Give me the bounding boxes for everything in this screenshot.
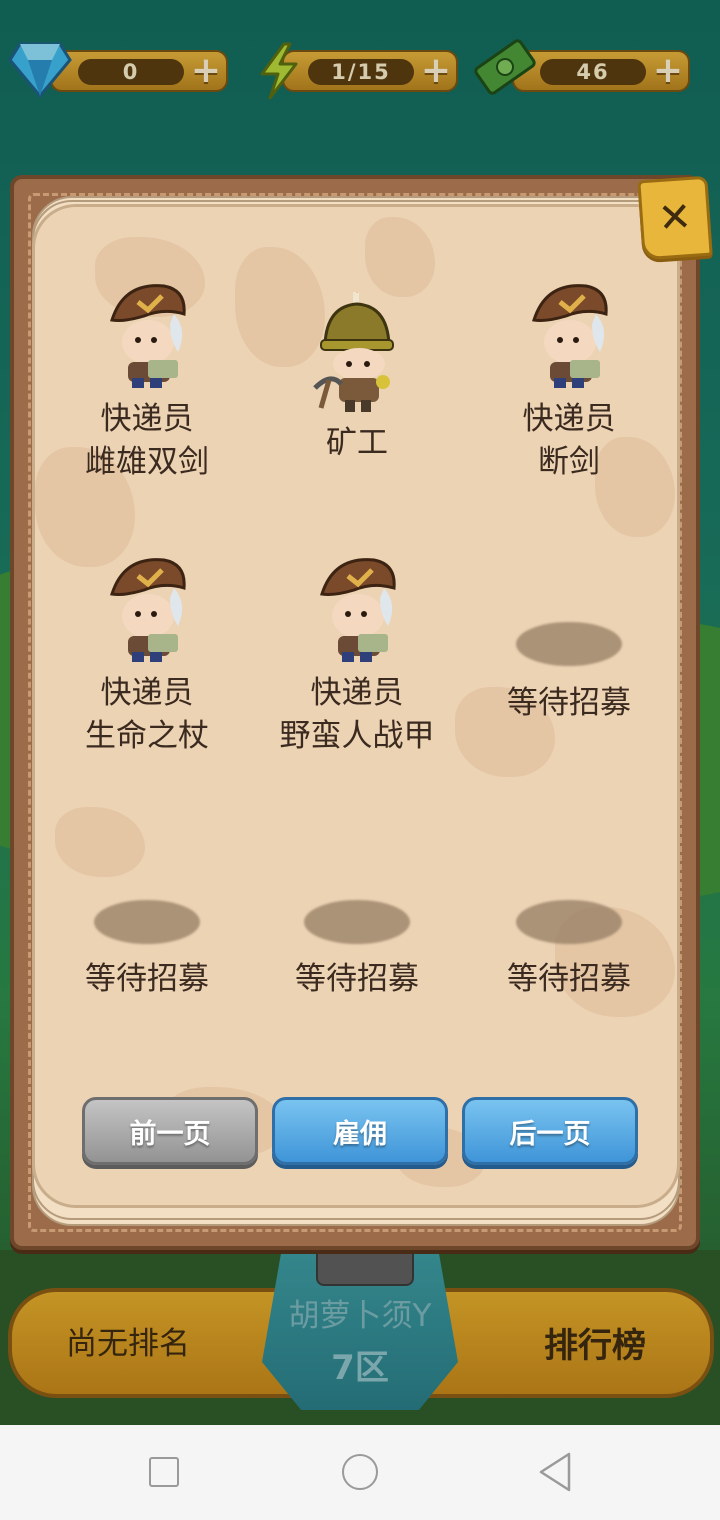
courier-hero-icon <box>320 558 396 662</box>
recent-apps-icon[interactable] <box>149 1457 179 1487</box>
empty-hero-slot[interactable]: 等待招募 <box>464 832 674 1012</box>
hero-slot[interactable]: 快递员 雌雄双剑 <box>42 280 252 484</box>
empty-hero-slot[interactable]: 等待招募 <box>464 554 674 734</box>
empty-slot-shadow <box>516 900 622 944</box>
close-icon: ✕ <box>656 193 694 243</box>
home-icon[interactable] <box>342 1454 378 1490</box>
hero-slot-label: 快递员 野蛮人战甲 <box>279 675 435 754</box>
hero-slot[interactable]: 快递员 生命之杖 <box>42 554 252 758</box>
back-icon[interactable] <box>537 1452 573 1492</box>
courier-hero-icon <box>532 284 608 388</box>
empty-slot-shadow <box>304 900 410 944</box>
hero-slot-label: 等待招募 <box>295 961 419 997</box>
courier-hero-icon <box>110 284 186 388</box>
hero-slot-label: 等待招募 <box>507 961 631 997</box>
paper-texture <box>365 217 435 297</box>
prev-page-button[interactable]: 前一页 <box>82 1097 258 1165</box>
hero-slot[interactable]: 矿工 <box>252 292 462 465</box>
hero-slot[interactable]: 快递员 断剑 <box>464 280 674 484</box>
empty-hero-slot[interactable]: 等待招募 <box>252 832 462 1012</box>
next-page-button[interactable]: 后一页 <box>462 1097 638 1165</box>
hire-button[interactable]: 雇佣 <box>272 1097 448 1165</box>
empty-slot-shadow <box>94 900 200 944</box>
hero-slot-label: 快递员 断剑 <box>522 401 616 480</box>
hero-slot-label: 矿工 <box>326 425 388 461</box>
miner-hero-icon <box>313 292 394 412</box>
hero-slot-label: 快递员 生命之杖 <box>85 675 209 754</box>
hero-slot-label: 等待招募 <box>85 961 209 997</box>
hero-slot[interactable]: 快递员 野蛮人战甲 <box>252 554 462 758</box>
hero-slot-label: 快递员 雌雄双剑 <box>85 401 209 480</box>
empty-slot-shadow <box>516 622 622 666</box>
close-button[interactable]: ✕ <box>637 175 713 261</box>
empty-hero-slot[interactable]: 等待招募 <box>42 832 252 1012</box>
hero-slot-label: 等待招募 <box>507 685 631 721</box>
courier-hero-icon <box>110 558 186 662</box>
